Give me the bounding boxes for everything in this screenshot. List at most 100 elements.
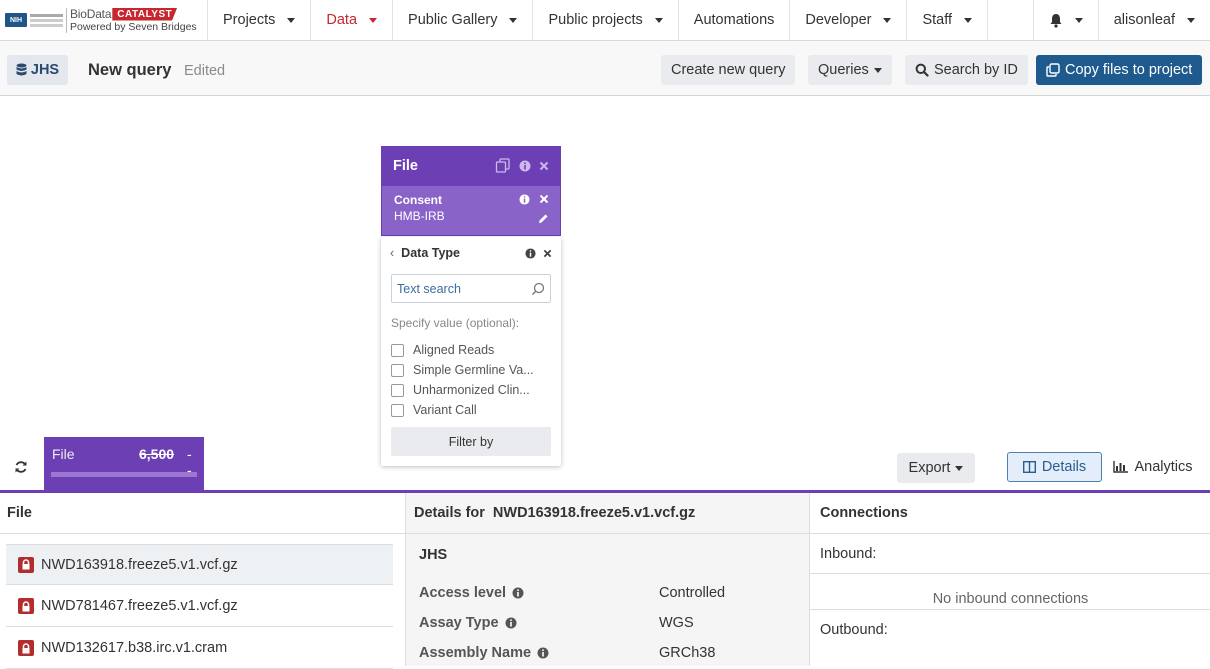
file-node-header[interactable]: File [381, 146, 561, 185]
refresh-icon[interactable] [14, 460, 28, 474]
nav-automations[interactable]: Automations [679, 0, 791, 40]
inbound-divider [810, 573, 1210, 574]
nav-projects[interactable]: Projects [208, 0, 312, 40]
nav-developer[interactable]: Developer [790, 0, 908, 40]
details-dataset: JHS [419, 547, 448, 563]
caret-down-icon [955, 465, 964, 471]
lock-icon [18, 598, 34, 614]
nav-spacer [988, 0, 1034, 40]
specify-value-label: Specify value (optional): [391, 316, 520, 330]
filter-search-input[interactable]: Text search [391, 274, 551, 303]
detail-key: Assembly Name [419, 645, 532, 661]
option-label: Variant Call [413, 403, 477, 417]
nav-public-gallery[interactable]: Public Gallery [393, 0, 534, 40]
database-icon [16, 63, 27, 76]
details-file-name: NWD163918.freeze5.v1.vcf.gz [492, 505, 696, 521]
search-by-id-button[interactable]: Search by ID [905, 55, 1028, 85]
data-type-options: Aligned Reads Simple Germline Va... Unha… [391, 340, 551, 420]
search-icon [915, 63, 929, 77]
copy-icon [1046, 63, 1060, 77]
analytics-label: Analytics [1134, 459, 1193, 475]
dataset-name: JHS [30, 62, 60, 78]
query-title[interactable]: New query [88, 61, 171, 80]
info-icon[interactable] [512, 587, 524, 599]
caret-down-icon [654, 17, 663, 23]
info-icon[interactable] [519, 160, 531, 172]
caret-down-icon [873, 67, 882, 73]
count-bar-label: File [52, 446, 75, 462]
nav-data[interactable]: Data [311, 0, 394, 40]
info-icon[interactable] [525, 247, 536, 259]
info-icon[interactable] [519, 194, 530, 205]
logo-catalyst: CATALYST [112, 7, 178, 21]
checkbox[interactable] [391, 403, 404, 417]
detail-assay-type: Assay Type WGS [419, 615, 799, 631]
option-unharmonized-clinical[interactable]: Unharmonized Clin... [391, 380, 551, 400]
logo[interactable]: NIH BioData CATALYST Powered by Seven Br… [0, 0, 208, 40]
query-toolbar: JHS New query Edited Create new query Qu… [0, 41, 1210, 96]
file-row[interactable]: NWD781467.freeze5.v1.vcf.gz [6, 586, 393, 627]
option-simple-germline[interactable]: Simple Germline Va... [391, 360, 551, 380]
details-view-button[interactable]: Details [1007, 452, 1102, 482]
file-name: NWD781467.freeze5.v1.vcf.gz [41, 598, 238, 614]
detail-value: WGS [659, 615, 694, 631]
file-entity-node[interactable]: File Consent HMB-IRB [381, 146, 561, 236]
chevron-left-icon[interactable]: ‹ [390, 246, 394, 260]
checkbox[interactable] [391, 343, 404, 357]
caret-down-icon [883, 17, 892, 23]
search-by-id-label: Search by ID [934, 62, 1018, 78]
query-status: Edited [184, 63, 226, 79]
caret-down-icon [287, 17, 296, 23]
queries-dropdown[interactable]: Queries [808, 55, 892, 85]
close-icon[interactable] [539, 194, 549, 204]
checkbox[interactable] [391, 363, 404, 377]
nav-data-label: Data [326, 12, 358, 28]
nav-automations-label: Automations [693, 12, 775, 28]
nav-developer-label: Developer [805, 12, 872, 28]
checkbox[interactable] [391, 383, 404, 397]
files-panel-header: File [0, 493, 405, 534]
dataset-badge[interactable]: JHS [7, 55, 68, 85]
option-label: Aligned Reads [413, 343, 495, 357]
caret-down-icon [964, 17, 973, 23]
file-name: NWD163918.freeze5.v1.vcf.gz [41, 556, 238, 573]
lock-icon [18, 556, 34, 573]
detail-value: Controlled [659, 585, 726, 601]
connections-panel-header: Connections [810, 493, 1210, 534]
bar-chart-icon [1113, 461, 1129, 473]
create-new-query-button[interactable]: Create new query [661, 55, 796, 85]
consent-filter[interactable]: Consent HMB-IRB [381, 185, 561, 236]
option-label: Unharmonized Clin... [413, 383, 530, 397]
filter-search-placeholder: Text search [397, 281, 461, 296]
close-icon[interactable] [539, 161, 549, 171]
nav-public-projects-label: Public projects [548, 12, 643, 28]
nih-logo: NIH [5, 13, 27, 27]
detail-assembly-name: Assembly Name GRCh38 [419, 645, 799, 661]
analytics-view-button[interactable]: Analytics [1103, 452, 1203, 482]
file-row[interactable]: NWD132617.b38.irc.v1.cram [6, 628, 393, 669]
copy-icon[interactable] [495, 158, 511, 173]
file-count: 6,500 [139, 446, 175, 462]
file-row[interactable]: NWD163918.freeze5.v1.vcf.gz [6, 544, 393, 585]
close-icon[interactable] [543, 249, 552, 258]
outbound-divider [810, 609, 1210, 610]
file-count-bar[interactable]: File 6,500 - - [44, 437, 204, 490]
option-aligned-reads[interactable]: Aligned Reads [391, 340, 551, 360]
export-dropdown[interactable]: Export [897, 453, 975, 483]
user-menu[interactable]: alisonleaf [1099, 0, 1210, 40]
info-icon[interactable] [537, 647, 549, 659]
caret-down-icon [1074, 17, 1083, 23]
copy-files-label: Copy files to project [1065, 62, 1193, 78]
nav-public-gallery-label: Public Gallery [408, 12, 498, 28]
info-icon[interactable] [505, 617, 517, 629]
copy-files-to-project-button[interactable]: Copy files to project [1036, 55, 1203, 85]
notifications-menu[interactable] [1034, 0, 1099, 40]
consent-filter-value: HMB-IRB [394, 209, 445, 223]
query-canvas[interactable] [0, 96, 1210, 490]
nav-staff[interactable]: Staff [907, 0, 989, 40]
nav-projects-label: Projects [223, 12, 276, 28]
pencil-icon[interactable] [538, 213, 549, 224]
nav-public-projects[interactable]: Public projects [533, 0, 679, 40]
option-variant-call[interactable]: Variant Call [391, 400, 551, 420]
filter-by-button[interactable]: Filter by [391, 427, 551, 456]
